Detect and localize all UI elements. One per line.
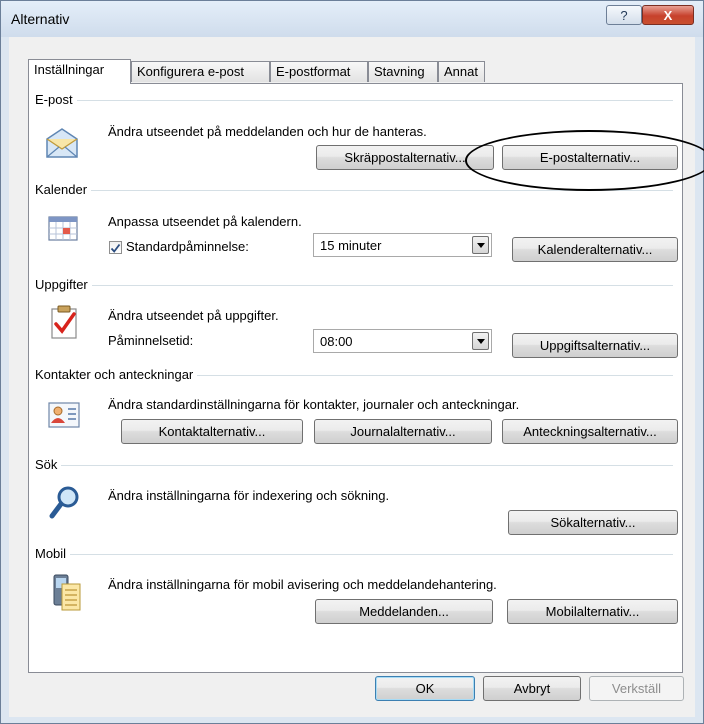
search-group-line xyxy=(35,465,673,466)
reminder-select[interactable]: 15 minuter xyxy=(313,233,492,257)
ok-button[interactable]: OK xyxy=(375,676,475,701)
calendar-group-label: Kalender xyxy=(35,182,92,197)
journal-options-button[interactable]: Journalalternativ... xyxy=(314,419,492,444)
search-group-label: Sök xyxy=(35,457,62,472)
checkmark-icon xyxy=(110,243,121,253)
default-reminder-checkbox[interactable] xyxy=(109,241,122,254)
mobile-group-label: Mobil xyxy=(35,546,71,561)
title-bar: Alternativ ? X xyxy=(1,1,703,37)
dropdown-arrow-icon[interactable] xyxy=(472,332,489,350)
task-options-button[interactable]: Uppgiftsalternativ... xyxy=(512,333,678,358)
tasks-group-label: Uppgifter xyxy=(35,277,92,292)
close-icon: X xyxy=(663,7,673,23)
dropdown-arrow-icon[interactable] xyxy=(472,236,489,254)
options-dialog: Alternativ ? X Inställningar Konfigurera… xyxy=(0,0,704,724)
tab-stavning[interactable]: Stavning xyxy=(368,61,438,82)
mobile-group-line xyxy=(35,554,673,555)
tasks-description: Ändra utseendet på uppgifter. xyxy=(108,308,279,323)
mobile-description: Ändra inställningarna för mobil aviserin… xyxy=(108,577,497,592)
task-icon xyxy=(51,305,77,339)
cancel-button[interactable]: Avbryt xyxy=(483,676,581,701)
calendar-description: Anpassa utseendet på kalendern. xyxy=(108,214,302,229)
settings-panel: E-post Ändra utseendet på meddelanden oc… xyxy=(28,83,704,673)
mobile-icon xyxy=(53,574,81,611)
messages-button[interactable]: Meddelanden... xyxy=(315,599,493,624)
help-icon: ? xyxy=(620,7,628,23)
mobile-options-button[interactable]: Mobilalternativ... xyxy=(507,599,678,624)
dialog-title: Alternativ xyxy=(11,11,70,27)
contact-options-button[interactable]: Kontaktalternativ... xyxy=(121,419,303,444)
email-options-button[interactable]: E-postalternativ... xyxy=(502,145,678,170)
junk-email-options-button[interactable]: Skräppostalternativ... xyxy=(316,145,494,170)
dialog-body: Inställningar Konfigurera e-post E-postf… xyxy=(9,37,704,717)
close-button[interactable]: X xyxy=(642,5,694,25)
calendar-options-button[interactable]: Kalenderalternativ... xyxy=(512,237,678,262)
magnifier-icon xyxy=(49,486,79,519)
tab-konfigurera-epost[interactable]: Konfigurera e-post xyxy=(131,61,270,82)
email-group-line xyxy=(35,100,673,101)
email-group-label: E-post xyxy=(35,92,77,107)
task-reminder-label: Påminnelsetid: xyxy=(108,333,194,348)
tasks-group-line xyxy=(35,285,673,286)
reminder-select-value: 15 minuter xyxy=(320,238,382,253)
tab-installningar[interactable]: Inställningar xyxy=(28,59,131,84)
calendar-icon xyxy=(48,216,78,241)
search-options-button[interactable]: Sökalternativ... xyxy=(508,510,678,535)
calendar-group-line xyxy=(35,190,673,191)
contact-card-icon xyxy=(48,402,80,428)
contacts-group-label: Kontakter och anteckningar xyxy=(35,367,198,382)
task-reminder-select[interactable]: 08:00 xyxy=(313,329,492,353)
tab-annat[interactable]: Annat xyxy=(438,61,485,82)
tab-epostformat[interactable]: E-postformat xyxy=(270,61,368,82)
contacts-description: Ändra standardinställningarna för kontak… xyxy=(108,397,520,412)
search-description: Ändra inställningarna för indexering och… xyxy=(108,488,390,503)
email-description: Ändra utseendet på meddelanden och hur d… xyxy=(108,124,427,139)
envelope-icon xyxy=(46,128,78,158)
apply-button[interactable]: Verkställ xyxy=(589,676,684,701)
task-reminder-value: 08:00 xyxy=(320,334,353,349)
help-button[interactable]: ? xyxy=(606,5,642,25)
default-reminder-label: Standardpåminnelse: xyxy=(126,239,249,254)
notes-options-button[interactable]: Anteckningsalternativ... xyxy=(502,419,678,444)
